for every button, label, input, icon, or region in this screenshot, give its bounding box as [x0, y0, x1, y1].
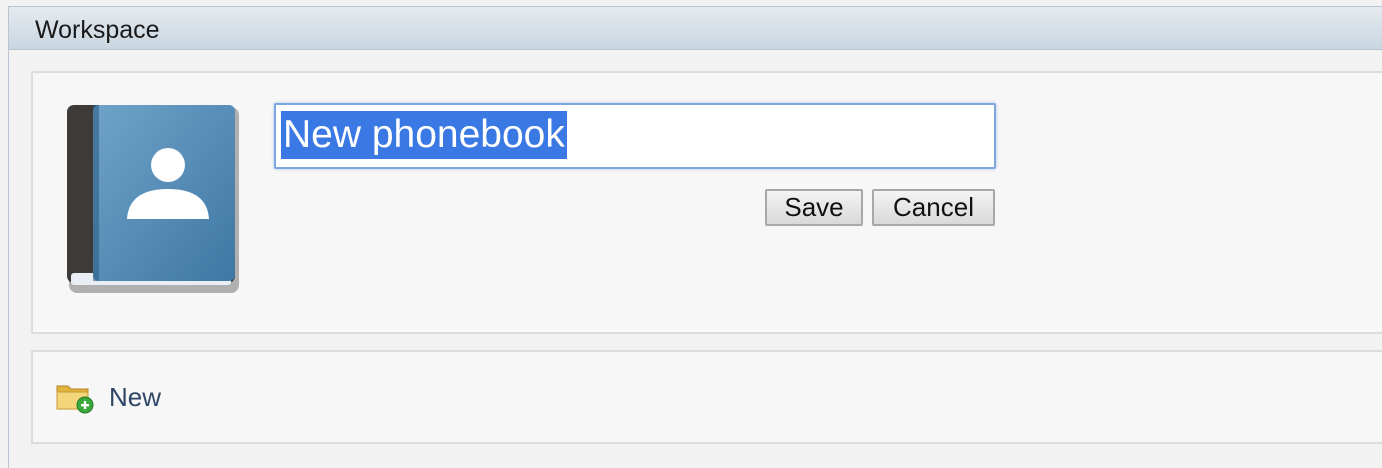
actions-panel: New — [31, 350, 1382, 444]
phonebook-editor-panel: New phonebook Save Cancel — [31, 71, 1382, 334]
folder-add-icon — [56, 385, 94, 414]
save-button[interactable]: Save — [765, 189, 863, 226]
window-titlebar: Workspace — [9, 7, 1382, 50]
new-phonebook-action[interactable]: New — [55, 380, 161, 414]
window-title: Workspace — [35, 16, 160, 44]
new-action-label: New — [109, 381, 162, 412]
cancel-button[interactable]: Cancel — [872, 189, 995, 226]
phonebook-icon — [67, 105, 239, 293]
phonebook-name-input[interactable] — [274, 103, 996, 169]
workspace-window: Workspace New phonebook Save Cancel — [8, 6, 1382, 468]
